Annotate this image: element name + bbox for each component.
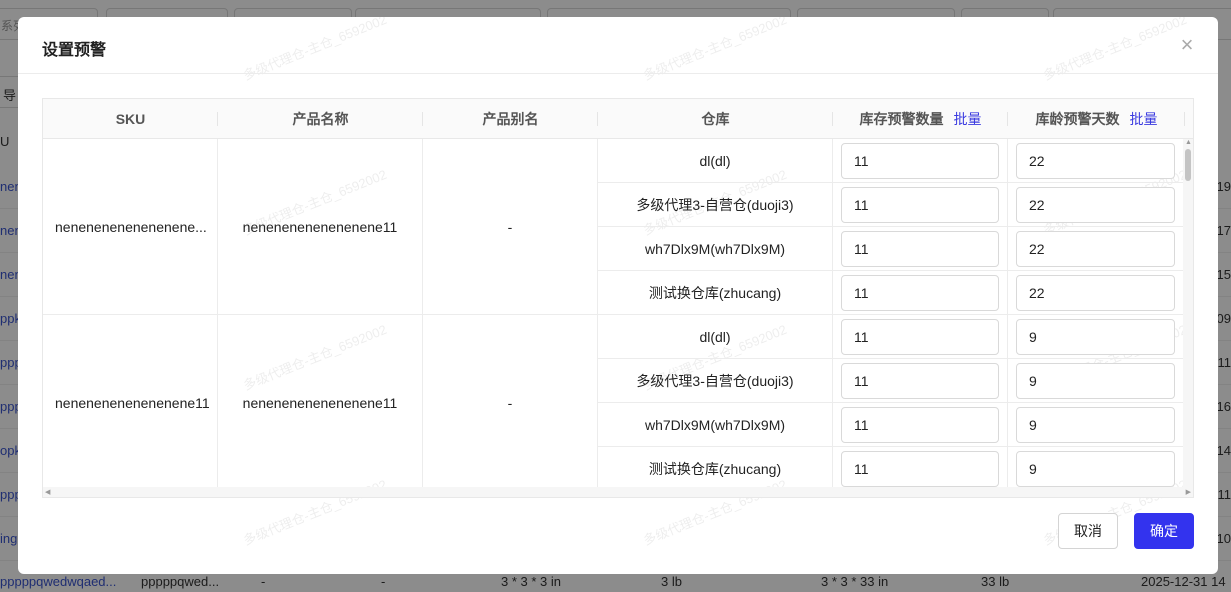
vertical-scroll-thumb[interactable] [1185,149,1191,181]
vertical-scrollbar[interactable]: ▲ ▼ [1183,139,1193,497]
product-alias-cell: - [423,315,598,491]
stock-warning-input[interactable]: 11 [841,143,999,179]
column-header-sku: SKU [43,99,218,139]
warehouse-cell: 多级代理3-自营仓(duoji3) [598,183,833,227]
product-name-cell: nenenenenenenenene11 [218,139,423,315]
column-header-product-name-label: 产品名称 [292,111,349,127]
column-header-product-alias: 产品别名 [423,99,598,139]
stock-warning-input[interactable]: 11 [841,275,999,311]
warehouse-cell: 测试换仓库(zhucang) [598,271,833,315]
column-header-warehouse-label: 仓库 [701,111,730,127]
close-icon[interactable]: × [1176,34,1198,56]
age-warning-input[interactable]: 9 [1016,407,1175,443]
sku-cell: nenenenenenenenene... [43,139,218,315]
age-warning-input[interactable]: 22 [1016,231,1175,267]
warning-table: SKU 产品名称 产品别名 仓库 库存预警数量 批量 库龄预警天数 批量 nenen… [42,98,1194,498]
warehouse-cell: dl(dl) [598,139,833,183]
modal-footer: 取消 确定 [18,494,1218,574]
column-header-warehouse: 仓库 [598,99,833,139]
column-header-stock-warning-label: 库存预警数量 [859,111,944,127]
warehouse-cell: wh7Dlx9M(wh7Dlx9M) [598,227,833,271]
confirm-button[interactable]: 确定 [1134,513,1194,549]
cancel-button[interactable]: 取消 [1058,513,1118,549]
age-warning-input[interactable]: 22 [1016,143,1175,179]
column-header-age-warning-label: 库龄预警天数 [1035,111,1120,127]
warehouse-cell: 多级代理3-自营仓(duoji3) [598,359,833,403]
column-header-age-warning: 库龄预警天数 批量 [1008,99,1185,139]
stock-warning-input[interactable]: 11 [841,363,999,399]
product-alias-cell: - [423,139,598,315]
stock-warning-input[interactable]: 11 [841,407,999,443]
age-warning-input[interactable]: 22 [1016,187,1175,223]
stock-warning-input[interactable]: 11 [841,231,999,267]
column-header-stock-warning: 库存预警数量 批量 [833,99,1008,139]
sku-cell: nenenenenenenenene11 [43,315,218,491]
column-header-sku-label: SKU [115,111,146,127]
age-warning-input[interactable]: 9 [1016,451,1175,487]
table-header: SKU 产品名称 产品别名 仓库 库存预警数量 批量 库龄预警天数 批量 [43,99,1193,139]
column-header-product-alias-label: 产品别名 [482,111,539,127]
stock-warning-input[interactable]: 11 [841,451,999,487]
product-name-cell: nenenenenenenenene11 [218,315,423,491]
warehouse-cell: dl(dl) [598,315,833,359]
batch-stock-warning-link[interactable]: 批量 [954,111,982,127]
age-warning-input[interactable]: 9 [1016,319,1175,355]
modal-header: 设置预警 × [18,17,1218,74]
stock-warning-input[interactable]: 11 [841,187,999,223]
warning-settings-modal: 多级代理仓-主仓_6592002 多级代理仓-主仓_6592002 多级代理仓-主仓… [18,17,1218,574]
age-warning-input[interactable]: 9 [1016,363,1175,399]
column-header-product-name: 产品名称 [218,99,423,139]
batch-age-warning-link[interactable]: 批量 [1130,111,1158,127]
scroll-up-icon[interactable]: ▲ [1185,139,1192,146]
warehouse-cell: wh7Dlx9M(wh7Dlx9M) [598,403,833,447]
age-warning-input[interactable]: 22 [1016,275,1175,311]
stock-warning-input[interactable]: 11 [841,319,999,355]
modal-title: 设置预警 [42,42,107,59]
warehouse-cell: 测试换仓库(zhucang) [598,447,833,491]
